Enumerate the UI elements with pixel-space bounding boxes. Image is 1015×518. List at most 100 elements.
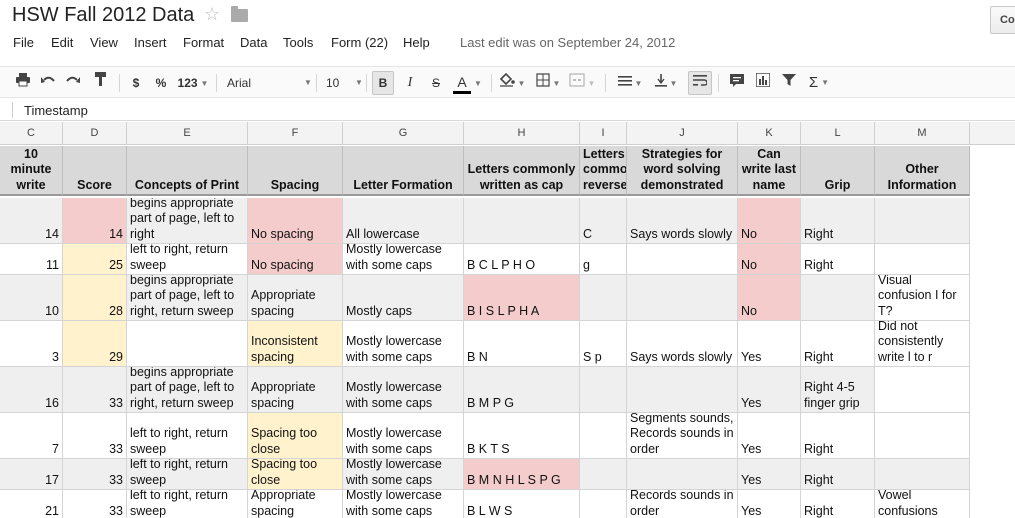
column-title-m[interactable]: Other Information — [875, 146, 970, 196]
table-cell[interactable] — [801, 275, 875, 321]
column-title-h[interactable]: Letters commonly written as cap — [464, 146, 580, 196]
table-cell[interactable] — [627, 459, 738, 490]
table-cell[interactable]: B C L P H O — [464, 244, 580, 275]
table-cell[interactable] — [627, 275, 738, 321]
table-cell[interactable]: begins appropriate part of page, left to… — [127, 198, 248, 244]
last-edit-status[interactable]: Last edit was on September 24, 2012 — [460, 35, 675, 50]
table-cell[interactable]: Mostly lowercase with some caps — [343, 490, 464, 518]
table-cell[interactable]: Right 4-5 finger grip — [801, 367, 875, 413]
table-cell[interactable]: Appropriate spacing — [248, 367, 343, 413]
vertical-align-dropdown[interactable]: ▼ — [651, 71, 681, 95]
column-header-k[interactable]: K — [738, 122, 801, 145]
menu-edit[interactable]: Edit — [51, 35, 73, 50]
column-title-k[interactable]: Can write last name — [738, 146, 801, 196]
font-size-dropdown[interactable]: 10 ▼ — [322, 71, 363, 95]
strikethrough-button[interactable]: S — [425, 71, 447, 95]
fill-color-dropdown[interactable]: ▼ — [497, 71, 527, 95]
table-cell[interactable]: left to right, return sweep — [127, 413, 248, 459]
merge-cells-dropdown[interactable]: ▼ — [567, 71, 597, 95]
table-cell[interactable]: Appropriate spacing — [248, 490, 343, 518]
table-cell[interactable]: Says words slowly — [627, 321, 738, 367]
table-cell[interactable]: Segments sounds, Records sounds in order — [627, 413, 738, 459]
document-title[interactable]: HSW Fall 2012 Data — [12, 4, 194, 27]
table-cell[interactable]: Right — [801, 244, 875, 275]
table-cell[interactable]: Mostly lowercase with some caps — [343, 244, 464, 275]
table-cell[interactable]: B I S L P H A — [464, 275, 580, 321]
table-cell[interactable]: B N — [464, 321, 580, 367]
menu-help[interactable]: Help — [403, 35, 430, 50]
table-cell[interactable]: Right — [801, 198, 875, 244]
column-title-l[interactable]: Grip — [801, 146, 875, 196]
menu-tools[interactable]: Tools — [283, 35, 313, 50]
table-cell[interactable]: Did not consistently write l to r — [875, 321, 970, 367]
folder-icon[interactable] — [231, 6, 248, 22]
column-title-f[interactable]: Spacing — [248, 146, 343, 196]
table-cell[interactable]: Right — [801, 459, 875, 490]
table-cell[interactable]: Yes — [738, 413, 801, 459]
currency-format-button[interactable]: $ — [127, 71, 145, 95]
table-cell[interactable]: left to right, return sweep — [127, 244, 248, 275]
table-cell[interactable]: Visual confusion I for T? — [875, 275, 970, 321]
table-cell[interactable]: 7 — [0, 413, 63, 459]
table-cell[interactable]: 29 — [63, 321, 127, 367]
table-cell[interactable]: Right — [801, 490, 875, 518]
paint-format-icon[interactable] — [90, 71, 112, 95]
table-cell[interactable] — [627, 367, 738, 413]
table-cell[interactable]: 28 — [63, 275, 127, 321]
table-cell[interactable]: 33 — [63, 413, 127, 459]
table-cell[interactable]: Vowel confusions — [875, 490, 970, 518]
table-cell[interactable] — [875, 367, 970, 413]
table-cell[interactable]: Spacing too close — [248, 459, 343, 490]
column-header-l[interactable]: L — [801, 122, 875, 145]
table-cell[interactable]: Mostly lowercase with some caps — [343, 367, 464, 413]
table-cell[interactable]: 21 — [0, 490, 63, 518]
table-cell[interactable] — [580, 413, 627, 459]
column-header-e[interactable]: E — [127, 122, 248, 145]
horizontal-align-dropdown[interactable]: ▼ — [613, 71, 647, 95]
bold-button[interactable]: B — [372, 71, 394, 95]
column-header-h[interactable]: H — [464, 122, 580, 145]
table-cell[interactable]: Says words slowly — [627, 198, 738, 244]
column-header-d[interactable]: D — [63, 122, 127, 145]
table-cell[interactable]: B M P G — [464, 367, 580, 413]
font-family-dropdown[interactable]: Arial ▼ — [223, 71, 312, 95]
number-format-dropdown[interactable]: 123 ▼ — [176, 71, 210, 95]
formula-input[interactable]: Timestamp — [24, 103, 88, 118]
column-title-g[interactable]: Letter Formation — [343, 146, 464, 196]
table-cell[interactable]: Inconsistent spacing — [248, 321, 343, 367]
table-cell[interactable]: 16 — [0, 367, 63, 413]
table-cell[interactable] — [627, 244, 738, 275]
table-cell[interactable]: Mostly lowercase with some caps — [343, 459, 464, 490]
table-cell[interactable] — [580, 490, 627, 518]
undo-icon[interactable] — [37, 71, 59, 95]
table-cell[interactable]: g — [580, 244, 627, 275]
table-cell[interactable]: Yes — [738, 490, 801, 518]
table-cell[interactable]: B M N H L S P G — [464, 459, 580, 490]
table-cell[interactable]: Yes — [738, 367, 801, 413]
table-cell[interactable]: Right — [801, 413, 875, 459]
table-cell[interactable] — [580, 367, 627, 413]
table-cell[interactable]: 14 — [0, 198, 63, 244]
borders-dropdown[interactable]: ▼ — [533, 71, 563, 95]
table-cell[interactable]: begins appropriate part of page, left to… — [127, 367, 248, 413]
print-icon[interactable] — [12, 71, 34, 95]
star-icon[interactable]: ☆ — [204, 4, 220, 25]
column-header-i[interactable]: I — [580, 122, 627, 145]
insert-comment-icon[interactable] — [726, 71, 748, 95]
table-cell[interactable]: B L W S — [464, 490, 580, 518]
table-cell[interactable] — [580, 459, 627, 490]
italic-button[interactable]: I — [399, 71, 421, 95]
column-header-c[interactable]: C — [0, 122, 63, 145]
table-cell[interactable]: C — [580, 198, 627, 244]
table-cell[interactable]: Yes — [738, 459, 801, 490]
table-cell[interactable] — [875, 459, 970, 490]
redo-icon[interactable] — [62, 71, 84, 95]
filter-icon[interactable] — [778, 71, 800, 95]
table-cell[interactable]: Records sounds in order — [627, 490, 738, 518]
table-cell[interactable]: All lowercase — [343, 198, 464, 244]
column-title-i[interactable]: Letters commo reverse — [580, 146, 627, 196]
table-cell[interactable]: left to right, return sweep — [127, 490, 248, 518]
table-cell[interactable]: B K T S — [464, 413, 580, 459]
table-cell[interactable] — [464, 198, 580, 244]
table-cell[interactable]: No — [738, 244, 801, 275]
